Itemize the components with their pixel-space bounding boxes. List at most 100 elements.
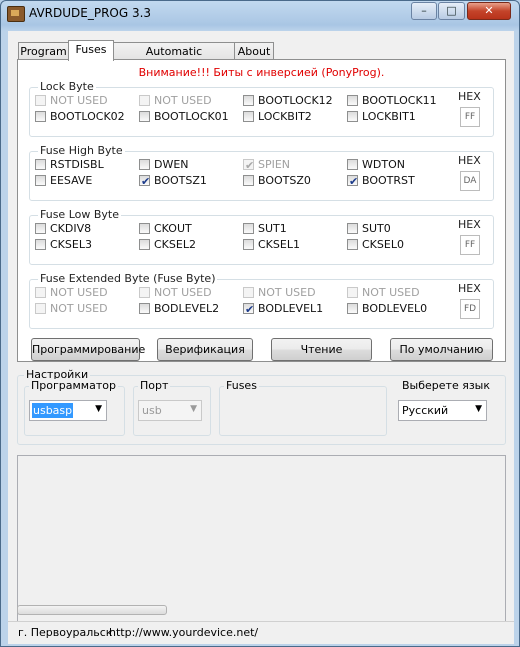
checkbox-label: BOOTRST xyxy=(362,174,415,187)
hex-label: HEX xyxy=(458,154,481,167)
status-bar: г. Первоуральск http://www.yourdevice.ne… xyxy=(8,621,514,644)
checkbox-label: BOOTSZ0 xyxy=(258,174,311,187)
port-select[interactable]: usb ▼ xyxy=(138,400,202,421)
checkbox-label: NOT USED xyxy=(50,286,108,299)
maximize-button[interactable]: □ xyxy=(438,2,465,20)
programmer-group: Программатор usbasp ▼ xyxy=(24,379,125,436)
checkbox-box xyxy=(35,303,46,314)
app-icon xyxy=(7,6,25,22)
checkbox-label: LOCKBIT1 xyxy=(362,110,416,123)
verify-button[interactable]: Верификация xyxy=(157,338,253,361)
port-label: Порт xyxy=(138,379,171,392)
checkbox-box xyxy=(347,239,358,250)
check-icon: ✔ xyxy=(349,175,359,188)
programmer-select[interactable]: usbasp ▼ xyxy=(29,400,107,421)
port-value: usb xyxy=(142,404,162,417)
checkbox-label: WDTON xyxy=(362,158,405,171)
fuse-high-byte-title: Fuse High Byte xyxy=(38,144,125,157)
hex-value-field[interactable]: DA xyxy=(460,171,480,191)
programmer-value: usbasp xyxy=(32,403,74,418)
checkbox-label: BODLEVEL2 xyxy=(154,302,220,315)
checkbox-label: LOCKBIT2 xyxy=(258,110,312,123)
read-button[interactable]: Чтение xyxy=(271,338,372,361)
checkbox-box xyxy=(139,111,150,122)
checkbox-label: CKSEL0 xyxy=(362,238,404,251)
hex-value-field[interactable]: FF xyxy=(460,107,480,127)
lock-byte-title: Lock Byte xyxy=(38,80,96,93)
tab-about[interactable]: About xyxy=(234,42,274,60)
status-city: г. Первоуральск xyxy=(18,626,113,639)
checkbox-label: BOOTLOCK01 xyxy=(154,110,229,123)
checkbox-box xyxy=(347,159,358,170)
checkbox-box xyxy=(243,223,254,234)
port-group: Порт usb ▼ xyxy=(133,379,211,436)
hex-label: HEX xyxy=(458,282,481,295)
checkbox-label: CKOUT xyxy=(154,222,192,235)
settings-group: Настройки Программатор usbasp ▼ Порт usb… xyxy=(17,368,506,445)
checkbox-label: NOT USED xyxy=(50,302,108,315)
language-group: Выберете язык Русский ▼ xyxy=(395,379,499,436)
language-label: Выберете язык xyxy=(400,379,492,392)
fuses-info-label: Fuses xyxy=(224,379,259,392)
title-bar[interactable]: AVRDUDE_PROG 3.3 – □ ✕ xyxy=(1,1,519,27)
progress-bar xyxy=(17,605,167,615)
window-title: AVRDUDE_PROG 3.3 xyxy=(29,6,152,20)
chevron-down-icon: ▼ xyxy=(475,404,482,414)
checkbox-box xyxy=(35,159,46,170)
check-icon: ✔ xyxy=(245,303,255,316)
checkbox-label: BODLEVEL1 xyxy=(258,302,324,315)
checkbox-label: RSTDISBL xyxy=(50,158,104,171)
tab-program[interactable]: Program xyxy=(18,42,69,60)
checkbox-label: CKSEL3 xyxy=(50,238,92,251)
checkbox-box: ✔ xyxy=(243,159,254,172)
tab-automatic-programming[interactable]: Automatic programming xyxy=(113,42,235,75)
fuse-low-byte-title: Fuse Low Byte xyxy=(38,208,121,221)
tab-fuses[interactable]: Fuses xyxy=(68,40,114,61)
checkbox-label: CKDIV8 xyxy=(50,222,92,235)
checkbox-box: ✔ xyxy=(243,303,255,316)
checkbox-box xyxy=(347,111,358,122)
checkbox-label: DWEN xyxy=(154,158,189,171)
checkbox-box xyxy=(243,175,254,186)
checkbox-box xyxy=(35,95,46,106)
checkbox-label: BOOTLOCK11 xyxy=(362,94,437,107)
fuses-info-group: Fuses xyxy=(219,379,387,436)
status-url: http://www.yourdevice.net/ xyxy=(109,626,259,639)
checkbox-label: NOT USED xyxy=(258,286,316,299)
language-value: Русский xyxy=(402,404,449,417)
hex-value-field[interactable]: FD xyxy=(460,299,480,319)
checkbox-box xyxy=(347,287,358,298)
minimize-button[interactable]: – xyxy=(411,2,437,20)
log-output[interactable] xyxy=(17,455,506,630)
checkbox-box xyxy=(139,303,150,314)
checkbox-label: NOT USED xyxy=(154,286,212,299)
checkbox-label: SPIEN xyxy=(258,158,291,171)
inversion-warning: Внимание!!! Биты с инверсией (PonyProg). xyxy=(138,66,385,79)
checkbox-label: CKSEL1 xyxy=(258,238,300,251)
hex-value-field[interactable]: FF xyxy=(460,235,480,255)
fuses-panel: Внимание!!! Биты с инверсией (PonyProg).… xyxy=(17,59,506,362)
checkbox-box xyxy=(35,287,46,298)
hex-label: HEX xyxy=(458,90,481,103)
checkbox-label: CKSEL2 xyxy=(154,238,196,251)
default-button[interactable]: По умолчанию xyxy=(390,338,493,361)
close-button[interactable]: ✕ xyxy=(467,2,511,20)
checkbox-label: BOOTSZ1 xyxy=(154,174,207,187)
fuse-low-byte-group: Fuse Low Byte CKDIV8 CKOUT SUT1 SUT0 CKSEL3 C… xyxy=(29,208,494,265)
client-area: Program Fuses Automatic programming Abou… xyxy=(8,31,514,644)
hex-label: HEX xyxy=(458,218,481,231)
main-window: AVRDUDE_PROG 3.3 – □ ✕ Program Fuses Aut… xyxy=(0,0,520,647)
fuse-extended-byte-title: Fuse Extended Byte (Fuse Byte) xyxy=(38,272,218,285)
chevron-down-icon: ▼ xyxy=(95,404,102,414)
lock-byte-group: Lock Byte NOT USED NOT USED BOOTLOCK12 BOOT… xyxy=(29,80,494,137)
checkbox-label: BODLEVEL0 xyxy=(362,302,428,315)
programmer-label: Программатор xyxy=(29,379,118,392)
check-icon: ✔ xyxy=(141,175,151,188)
checkbox-box xyxy=(243,111,254,122)
language-select[interactable]: Русский ▼ xyxy=(398,400,487,421)
checkbox-box xyxy=(347,303,358,314)
chevron-down-icon: ▼ xyxy=(190,404,197,414)
program-button[interactable]: Программирование xyxy=(31,338,145,361)
fuse-extended-byte-group: Fuse Extended Byte (Fuse Byte) NOT USED N… xyxy=(29,272,494,329)
checkbox-box xyxy=(243,239,254,250)
